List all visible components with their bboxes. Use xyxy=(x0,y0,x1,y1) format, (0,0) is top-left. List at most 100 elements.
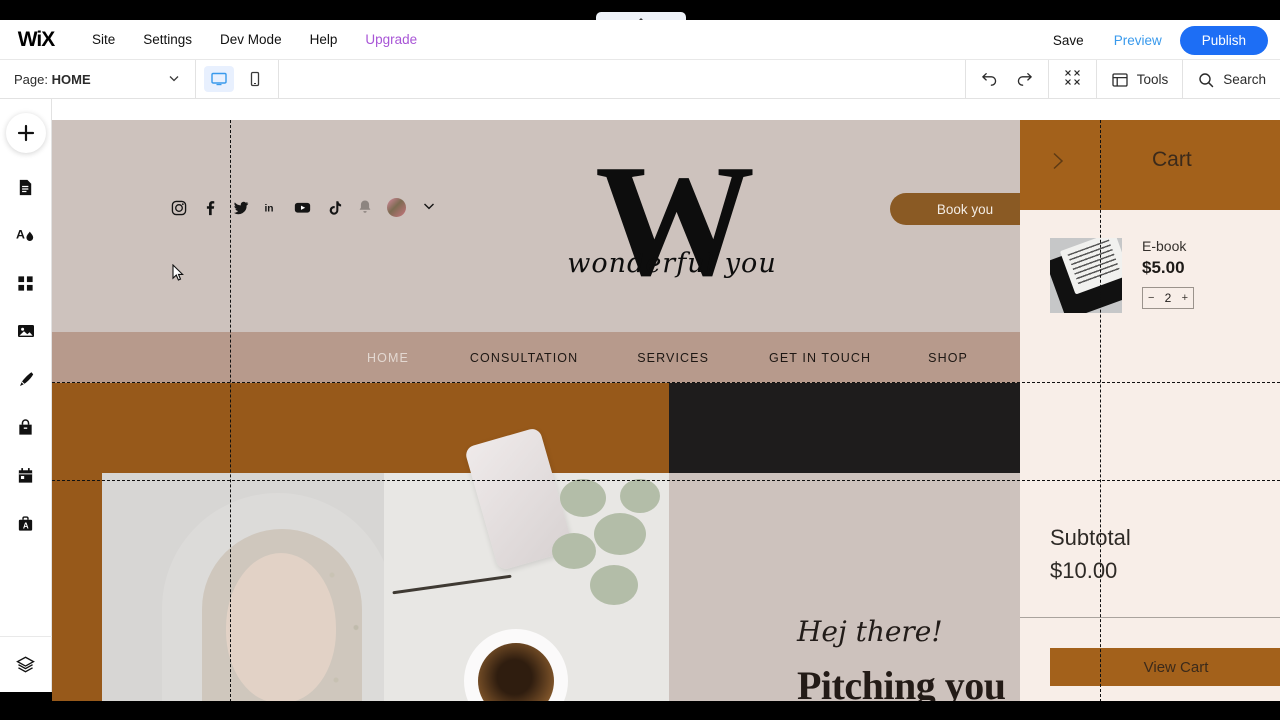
add-elements-button[interactable] xyxy=(5,113,46,153)
view-cart-button[interactable]: View Cart xyxy=(1050,648,1280,686)
preview-button[interactable]: Preview xyxy=(1102,28,1174,53)
youtube-icon[interactable] xyxy=(294,199,311,216)
editor-second-bar-tools: Tools Search xyxy=(964,60,1280,99)
hero-image-flatlay[interactable] xyxy=(384,383,669,712)
desktop-icon xyxy=(211,72,227,86)
subtotal-value: $10.00 xyxy=(1050,558,1118,583)
facebook-icon[interactable] xyxy=(201,199,218,216)
tools-button[interactable]: Tools xyxy=(1111,71,1169,89)
model-photo-mask xyxy=(162,493,384,712)
mobile-view-button[interactable] xyxy=(240,66,270,92)
text-color-icon: A xyxy=(16,227,34,241)
zoom-out-button[interactable] xyxy=(1063,68,1082,92)
hero-brown-left-strip xyxy=(52,473,102,712)
cart-divider xyxy=(1020,617,1280,618)
menu-dev-mode[interactable]: Dev Mode xyxy=(206,26,296,53)
media-button[interactable] xyxy=(4,309,48,353)
viewport-switcher xyxy=(196,59,279,99)
grid-apps-icon xyxy=(18,275,33,291)
twitter-icon[interactable] xyxy=(232,199,249,216)
ebook-reader-thumbnail xyxy=(1050,238,1122,313)
menu-settings[interactable]: Settings xyxy=(129,26,206,53)
eucalyptus-leaf xyxy=(620,479,660,513)
page-selector[interactable]: Page: HOME xyxy=(0,59,196,99)
page-selector-value: HOME xyxy=(51,71,91,87)
svg-text:in: in xyxy=(264,203,273,214)
editor-top-bar-actions: Save Preview Publish xyxy=(1041,20,1268,60)
subtotal-label: Subtotal xyxy=(1050,525,1131,550)
theme-manager-button[interactable]: A xyxy=(4,213,48,257)
editor-guide-vertical-left xyxy=(230,120,231,712)
chevron-down-icon xyxy=(167,71,181,88)
menu-help[interactable]: Help xyxy=(296,26,352,53)
linkedin-icon[interactable]: in xyxy=(263,199,280,216)
search-label: Search xyxy=(1223,72,1266,87)
cart-line-item[interactable]: E-book $5.00 − 2 + xyxy=(1050,238,1194,313)
bookings-button[interactable] xyxy=(4,453,48,497)
briefcase-a-icon: A xyxy=(18,515,33,531)
apps-button[interactable] xyxy=(4,261,48,305)
hero-image-model[interactable] xyxy=(102,473,384,712)
history-group xyxy=(964,60,1048,99)
pages-button[interactable] xyxy=(4,165,48,209)
desktop-view-button[interactable] xyxy=(204,66,234,92)
editor-main-menu: Site Settings Dev Mode Help Upgrade xyxy=(78,26,431,53)
menu-upgrade[interactable]: Upgrade xyxy=(351,26,431,53)
notifications-bell-icon[interactable] xyxy=(356,199,373,216)
site-canvas[interactable]: in W wonderful you Book you HOME CONSULT… xyxy=(52,120,1280,712)
quantity-stepper[interactable]: − 2 + xyxy=(1142,287,1194,309)
cart-item-details: E-book $5.00 − 2 + xyxy=(1142,238,1194,313)
dried-flowers xyxy=(308,533,384,712)
shopping-bag-icon xyxy=(19,418,32,435)
decrement-quantity-button[interactable]: − xyxy=(1148,292,1154,304)
mouse-cursor xyxy=(172,263,184,282)
mobile-icon xyxy=(250,71,260,87)
editor-left-rail: A A xyxy=(0,99,52,692)
search-group: Search xyxy=(1182,60,1280,99)
chevron-right-icon[interactable] xyxy=(1048,150,1068,178)
screen: WiX Site Settings Dev Mode Help Upgrade … xyxy=(0,0,1280,720)
quantity-value: 2 xyxy=(1164,291,1172,305)
avatar[interactable] xyxy=(387,198,406,217)
book-now-button[interactable]: Book you xyxy=(890,193,1040,225)
calendar-icon xyxy=(18,467,33,483)
nav-item-shop[interactable]: SHOP xyxy=(928,351,968,365)
cart-header: Cart xyxy=(1020,120,1280,210)
tools-panel-icon xyxy=(1112,72,1128,87)
cart-item-name: E-book xyxy=(1142,238,1187,254)
nav-item-home[interactable]: HOME xyxy=(367,351,409,365)
zoom-out-icon xyxy=(1064,69,1080,85)
layers-button[interactable] xyxy=(0,636,52,692)
chevron-down-icon[interactable] xyxy=(422,199,436,216)
tiktok-icon[interactable] xyxy=(325,199,342,216)
plus-icon xyxy=(17,124,34,142)
undo-button[interactable] xyxy=(980,68,999,92)
eucalyptus-leaf xyxy=(552,533,596,569)
nav-item-get-in-touch[interactable]: GET IN TOUCH xyxy=(769,351,871,365)
store-button[interactable] xyxy=(4,405,48,449)
save-button[interactable]: Save xyxy=(1041,28,1096,53)
search-icon xyxy=(1199,72,1214,87)
wix-logo[interactable]: WiX xyxy=(14,28,58,51)
svg-text:A: A xyxy=(16,227,25,241)
image-icon xyxy=(17,325,34,337)
increment-quantity-button[interactable]: + xyxy=(1182,292,1188,304)
nav-item-consultation[interactable]: CONSULTATION xyxy=(470,351,578,365)
instagram-icon[interactable] xyxy=(170,199,187,216)
ascend-button[interactable]: A xyxy=(4,501,48,545)
blog-button[interactable] xyxy=(4,357,48,401)
cart-title: Cart xyxy=(1152,148,1192,171)
editor-guide-horizontal-hero xyxy=(52,480,1280,481)
editor-guide-vertical-right xyxy=(1100,120,1101,712)
redo-icon xyxy=(1017,72,1032,86)
publish-button[interactable]: Publish xyxy=(1179,25,1268,55)
site-logo[interactable]: W wonderful you xyxy=(552,140,792,315)
tools-label: Tools xyxy=(1136,72,1169,87)
cart-panel[interactable]: Cart E-book $5.00 − 2 + Subtotal $10.00 … xyxy=(1020,120,1280,712)
redo-button[interactable] xyxy=(1015,68,1034,92)
search-button[interactable]: Search xyxy=(1197,71,1266,89)
menu-site[interactable]: Site xyxy=(78,26,129,53)
svg-text:A: A xyxy=(23,521,29,530)
layers-icon xyxy=(16,656,35,673)
nav-item-services[interactable]: SERVICES xyxy=(637,351,709,365)
